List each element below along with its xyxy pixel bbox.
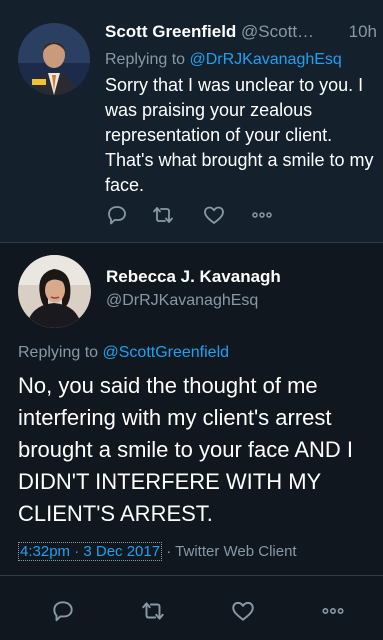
tweet2-actions bbox=[0, 598, 383, 624]
author-handle[interactable]: @DrRJKavanaghEsq bbox=[106, 292, 258, 310]
like-icon[interactable] bbox=[202, 203, 228, 227]
replying-to: Replying to @DrRJKavanaghEsq bbox=[105, 51, 342, 69]
author-handle[interactable]: @Scott… bbox=[241, 22, 314, 41]
divider bbox=[0, 575, 383, 576]
tweet-rebecca-kavanagh[interactable]: Rebecca J. Kavanagh @DrRJKavanaghEsq Rep… bbox=[0, 243, 383, 640]
timestamp-link[interactable]: 4:32pm · 3 Dec 2017 bbox=[18, 542, 163, 561]
replying-to: Replying to @ScottGreenfield bbox=[18, 344, 229, 362]
tweet1-actions bbox=[105, 203, 305, 227]
replying-handle-link[interactable]: @DrRJKavanaghEsq bbox=[190, 51, 342, 68]
author-name[interactable]: Scott Greenfield bbox=[105, 22, 236, 41]
avatar-rebecca-kavanagh[interactable] bbox=[18, 255, 91, 328]
replying-prefix: Replying to bbox=[105, 51, 190, 68]
like-icon[interactable] bbox=[230, 598, 256, 622]
tweet-time[interactable]: 10h bbox=[349, 22, 377, 42]
replying-handle-link[interactable]: @ScottGreenfield bbox=[103, 344, 230, 361]
author-name[interactable]: Rebecca J. Kavanagh bbox=[106, 267, 281, 287]
tweet1-header: Scott Greenfield @Scott… bbox=[105, 22, 375, 42]
avatar-scott-greenfield[interactable] bbox=[18, 23, 90, 95]
tweet-text: No, you said the thought of me interferi… bbox=[18, 373, 354, 526]
meta-separator: · bbox=[162, 543, 176, 560]
replying-prefix: Replying to bbox=[18, 344, 103, 361]
retweet-icon[interactable] bbox=[151, 203, 177, 227]
tweet-source: Twitter Web Client bbox=[175, 543, 297, 560]
reply-icon[interactable] bbox=[50, 598, 76, 622]
more-icon[interactable] bbox=[320, 598, 346, 622]
reply-icon[interactable] bbox=[105, 203, 131, 227]
tweet-scott-greenfield[interactable]: Scott Greenfield @Scott… 10h Replying to… bbox=[0, 0, 383, 243]
retweet-icon[interactable] bbox=[140, 598, 166, 622]
more-icon[interactable] bbox=[250, 203, 276, 227]
tweet-text: Sorry that I was unclear to you. I was p… bbox=[105, 75, 374, 195]
tweet-meta: 4:32pm · 3 Dec 2017 · Twitter Web Client bbox=[18, 542, 297, 561]
